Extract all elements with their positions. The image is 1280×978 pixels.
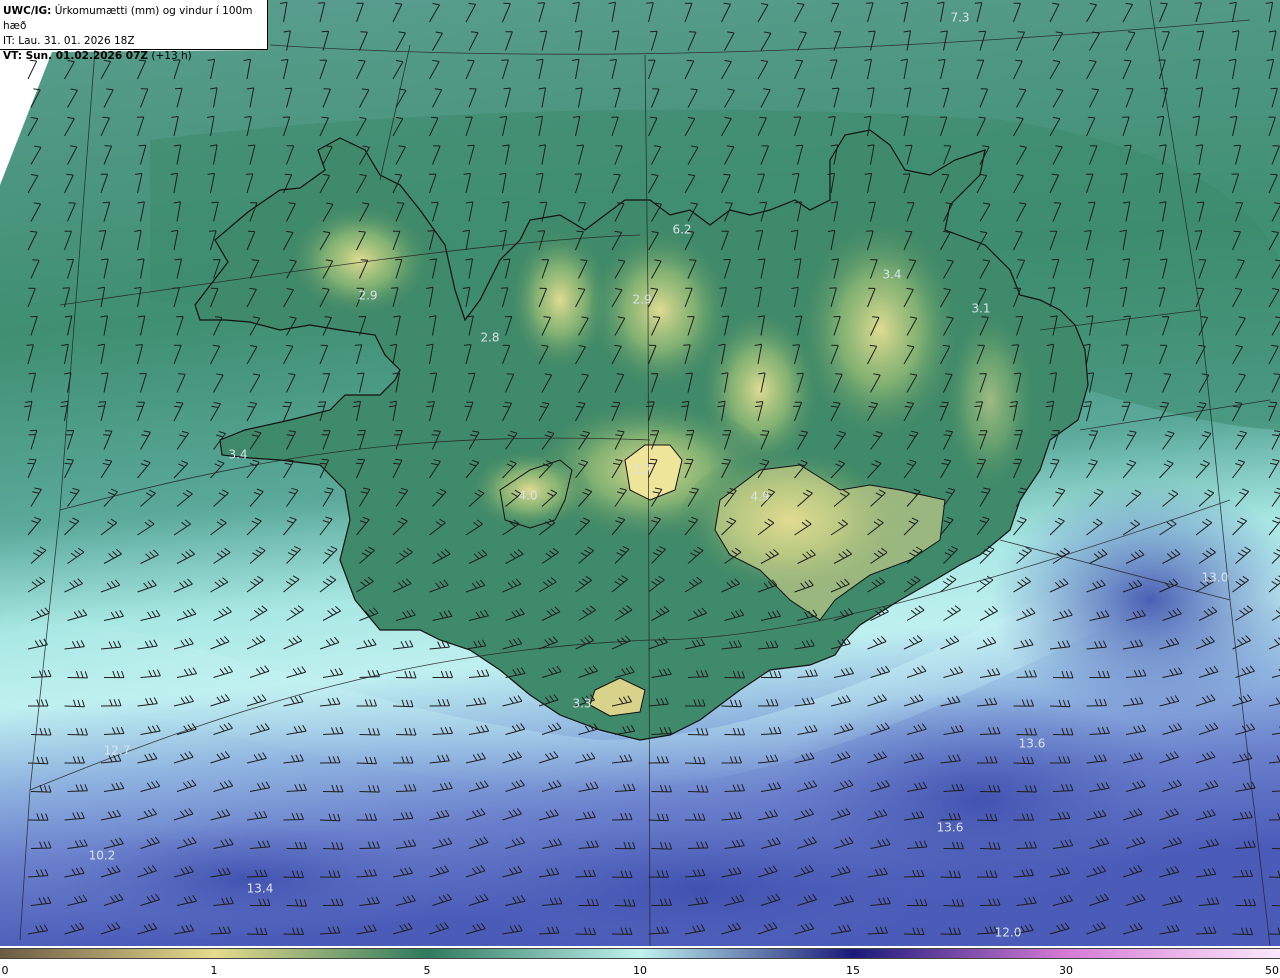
map-value-label: 2.9 — [358, 289, 377, 303]
map-stage: 7.3 6.2 3.4 3.1 2.9 2.8 2.9 3.4 13.0 12.7 13.6 13.6… — [0, 0, 1280, 978]
map-value-label: 12.7 — [104, 744, 131, 758]
model-name: UWC/IG: — [3, 5, 52, 17]
map-value-label: 4.0 — [518, 489, 537, 503]
colorbar-tick-label: 15 — [846, 964, 860, 977]
map-value-label: 13.4 — [247, 882, 274, 896]
colorbar: 0 1 5 10 15 30 50 — [0, 946, 1280, 978]
map-value-label: 7.3 — [950, 11, 969, 25]
map-value-label: 13.6 — [1019, 737, 1046, 751]
colorbar-tick-label: 10 — [633, 964, 647, 977]
colorbar-tick-label: 0 — [1, 964, 9, 977]
map-value-label: 10.2 — [89, 849, 116, 863]
colorbar-strip — [0, 948, 1280, 959]
colorbar-tick-label: 5 — [423, 964, 431, 977]
map-value-label: 3.4 — [228, 448, 247, 462]
map-header: UWC/IG: Úrkomumætti (mm) og vindur í 100… — [0, 0, 268, 62]
blue-blob — [50, 820, 450, 940]
map-value-label: 12.0 — [995, 926, 1022, 940]
map-value-label: 6.2 — [672, 223, 691, 237]
colorbar-tick-label: 50 — [1265, 964, 1279, 977]
init-time-label: IT: — [3, 35, 15, 47]
colorbar-tick-label: 30 — [1059, 964, 1073, 977]
map-value-label: 3.1 — [971, 302, 990, 316]
init-time: Lau. 31. 01. 2026 18Z — [14, 35, 135, 47]
forecast-offset: (+13 h) — [148, 50, 192, 62]
map-value-label: 3.3 — [572, 697, 591, 711]
map-value-label: 13.0 — [1202, 571, 1229, 585]
map-value-label: 2.8 — [480, 331, 499, 345]
map-value-label: 4.9 — [750, 490, 769, 504]
map-value-label: 13.6 — [937, 821, 964, 835]
precipitation-wind-map: 7.3 6.2 3.4 3.1 2.9 2.8 2.9 3.4 13.0 12.7 13.6 13.6… — [0, 0, 1280, 946]
map-value-label: 3.4 — [882, 268, 901, 282]
map-value-label: 2.9 — [632, 293, 651, 307]
valid-time: VT: Sun. 01.02.2026 07Z — [3, 50, 149, 62]
map-value-label: 1.7 — [632, 463, 651, 477]
colorbar-tick-label: 1 — [210, 964, 218, 977]
